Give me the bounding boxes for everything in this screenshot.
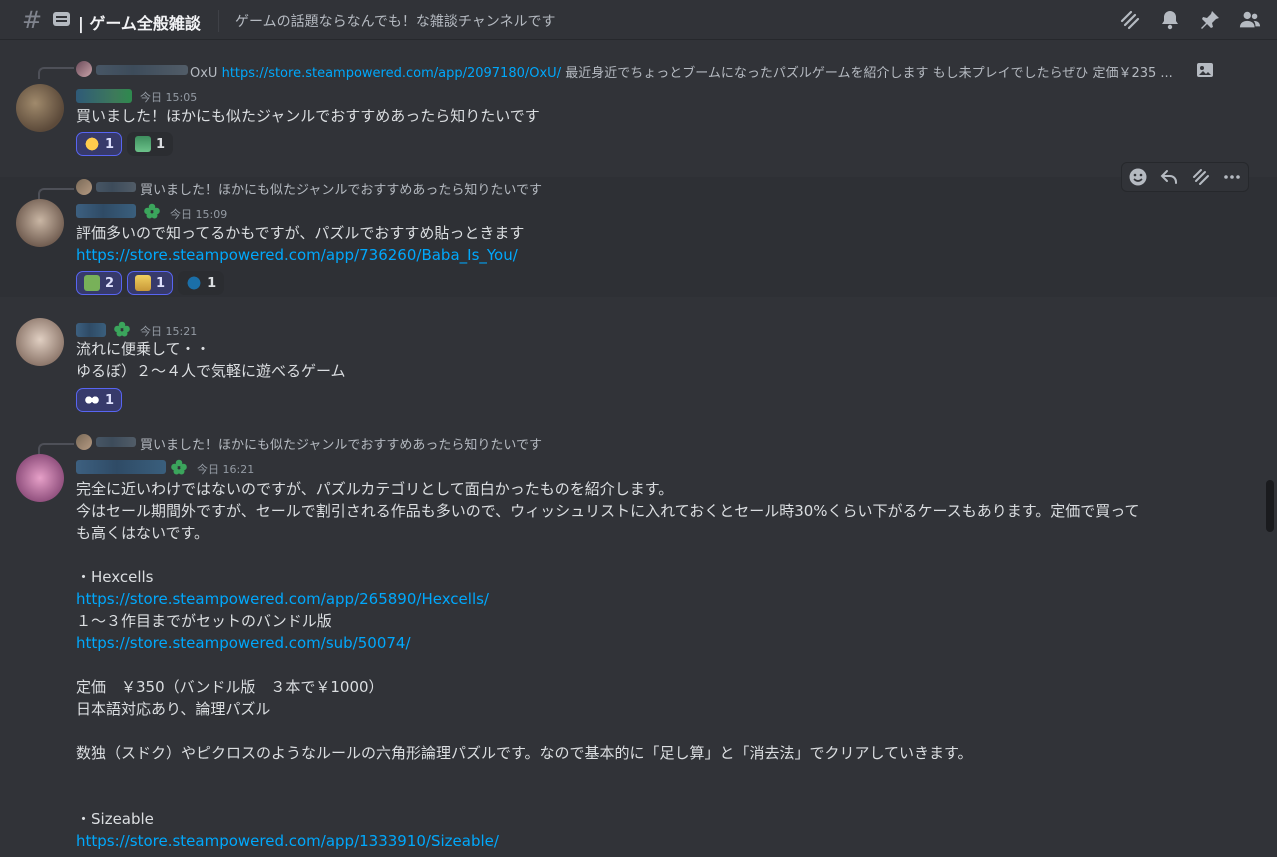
message-line	[76, 544, 1226, 566]
threads-icon[interactable]	[1119, 9, 1141, 31]
steam-icon	[186, 275, 203, 291]
header-divider	[218, 10, 219, 32]
reactions: 1	[76, 388, 123, 412]
reply-avatar[interactable]	[76, 61, 92, 77]
message-action-bar	[1121, 162, 1249, 192]
channel-topic[interactable]: ゲームの話題ならなんでも！な雑談チャンネルです	[235, 11, 555, 31]
reply-connector	[38, 67, 74, 79]
add-reaction-icon[interactable]	[1127, 166, 1149, 188]
reaction-count: 1	[156, 275, 166, 291]
reaction-count: 2	[105, 275, 115, 291]
reply-connector	[38, 443, 74, 455]
message-content: 評価多いので知ってるかもですが、パズルでおすすめ貼っときます https://s…	[76, 222, 524, 266]
puzzle-icon	[84, 275, 100, 291]
reaction-steam[interactable]: 1	[178, 271, 225, 295]
timestamp[interactable]: 今日 15:21	[140, 323, 197, 339]
reply-author-name[interactable]	[96, 182, 136, 192]
author-name[interactable]	[76, 323, 106, 337]
create-thread-icon[interactable]	[1190, 166, 1212, 188]
channel-type-icon	[53, 12, 70, 26]
message-line: 日本語対応あり、論理パズル	[76, 700, 271, 718]
message-line: 定価 ￥350（バンドル版 ３本で￥1000）	[76, 678, 384, 696]
reaction-count: 1	[207, 275, 217, 291]
author-name[interactable]	[76, 204, 136, 218]
channel-name: | ゲーム全般雑談	[78, 14, 201, 33]
reply-preview[interactable]: 買いました！ほかにも似たジャンルでおすすめあったら知りたいです	[140, 434, 542, 453]
reply-preview-text: 買いました！ほかにも似たジャンルでおすすめあったら知りたいです	[140, 438, 542, 453]
reply-author-name[interactable]	[96, 65, 188, 75]
reply-avatar[interactable]	[76, 179, 92, 195]
timestamp[interactable]: 今日 15:05	[140, 89, 197, 105]
message[interactable]: OxU https://store.steampowered.com/app/2…	[0, 44, 1277, 164]
star-struck-icon	[84, 136, 100, 152]
message-link[interactable]: https://store.steampowered.com/sub/50074…	[76, 632, 1226, 654]
reply-connector	[38, 188, 74, 200]
author-name[interactable]	[76, 89, 132, 103]
timestamp[interactable]: 今日 16:21	[197, 461, 254, 477]
message-content: 流れに便乗して・・ ゆるぼ）２～４人で気軽に遊べるゲーム	[76, 338, 346, 382]
message-link[interactable]: https://store.steampowered.com/app/73626…	[76, 246, 518, 264]
reply-preview-text: 最近身近でちょっとブームになったパズルゲームを紹介します もし未プレイでしたらぜ…	[565, 66, 1173, 81]
image-icon	[1196, 61, 1214, 83]
member-list-icon[interactable]	[1239, 9, 1261, 31]
reply-icon[interactable]	[1158, 166, 1180, 188]
message-line: 評価多いので知ってるかもですが、パズルでおすすめ貼っときます	[76, 224, 525, 242]
author-name[interactable]	[76, 460, 166, 474]
message-content: 買いました！ほかにも似たジャンルでおすすめあったら知りたいです	[76, 105, 540, 127]
reply-preview-link[interactable]: https://store.steampowered.com/app/20971…	[222, 66, 561, 81]
reaction-puzzle[interactable]: 2	[76, 271, 123, 295]
pin-icon[interactable]	[1199, 9, 1221, 31]
reaction-count: 1	[156, 136, 166, 152]
pixel-face-icon	[135, 275, 152, 291]
flower-badge-icon	[143, 202, 161, 224]
reply-avatar[interactable]	[76, 434, 92, 450]
message-link[interactable]: https://store.steampowered.com/app/26589…	[76, 588, 1226, 610]
scrollbar-thumb[interactable]	[1266, 480, 1274, 532]
message-line: 買いました！ほかにも似たジャンルでおすすめあったら知りたいです	[76, 107, 540, 125]
message-line: 完全に近いわけではないのですが、パズルカテゴリとして面白かったものを紹介します。	[76, 480, 674, 498]
message-line: 今はセール期間外ですが、セールで割引される作品も多いので、ウィッシュリストに入れ…	[76, 502, 1140, 520]
reaction-money[interactable]: 1	[127, 132, 174, 156]
message[interactable]: 買いました！ほかにも似たジャンルでおすすめあったら知りたいです 今日 15:09…	[0, 177, 1277, 297]
message-content: 完全に近いわけではないのですが、パズルカテゴリとして面白かったものを紹介します。…	[76, 478, 1226, 852]
message[interactable]: 買いました！ほかにも似たジャンルでおすすめあったら知りたいです 今日 16:21…	[0, 432, 1277, 857]
reaction-star-struck[interactable]: 1	[76, 132, 123, 156]
reply-author-name[interactable]	[96, 437, 136, 447]
reply-preview[interactable]: 買いました！ほかにも似たジャンルでおすすめあったら知りたいです	[140, 179, 542, 198]
bell-icon[interactable]	[1159, 9, 1181, 31]
timestamp[interactable]: 今日 15:09	[170, 206, 227, 222]
eyes-icon	[84, 392, 100, 408]
reaction-count: 1	[105, 136, 115, 152]
avatar[interactable]	[16, 318, 64, 366]
avatar[interactable]	[16, 84, 64, 132]
reactions: 1 1	[76, 132, 174, 156]
reaction-eyes[interactable]: 1	[76, 388, 123, 412]
avatar[interactable]	[16, 454, 64, 502]
message-line: ・Sizeable	[76, 810, 154, 828]
reactions: 2 1 1	[76, 271, 225, 295]
hash-icon: #	[22, 6, 43, 34]
message-line: １～３作目までがセットのバンドル版	[76, 612, 332, 630]
reaction-count: 1	[105, 392, 115, 408]
reply-preview[interactable]: OxU https://store.steampowered.com/app/2…	[190, 62, 1173, 81]
avatar[interactable]	[16, 199, 64, 247]
flower-badge-icon	[170, 458, 188, 480]
message-line	[76, 786, 1226, 808]
message-line	[76, 764, 1226, 786]
more-options-icon[interactable]	[1221, 166, 1243, 188]
reaction-pixel-face[interactable]: 1	[127, 271, 174, 295]
message-line: 流れに便乗して・・	[76, 340, 211, 358]
reply-preview-title: OxU	[190, 66, 218, 81]
message-line: 数独（スドク）やピクロスのようなルールの六角形論理パズルです。なので基本的に「足…	[76, 744, 973, 762]
message-line	[76, 720, 1226, 742]
message-line	[76, 654, 1226, 676]
money-icon	[135, 136, 152, 152]
message[interactable]: 今日 15:21 流れに便乗して・・ ゆるぼ）２～４人で気軽に遊べるゲーム 1	[0, 318, 1277, 418]
message-line: も高くはないです。	[76, 524, 210, 542]
message-link[interactable]: https://store.steampowered.com/app/13339…	[76, 830, 1226, 852]
channel-header: # | ゲーム全般雑談 ゲームの話題ならなんでも！な雑談チャンネルです	[0, 0, 1277, 40]
reply-preview-text: 買いました！ほかにも似たジャンルでおすすめあったら知りたいです	[140, 183, 542, 198]
message-line: ・Hexcells	[76, 568, 154, 586]
message-line: ゆるぼ）２～４人で気軽に遊べるゲーム	[76, 362, 346, 380]
